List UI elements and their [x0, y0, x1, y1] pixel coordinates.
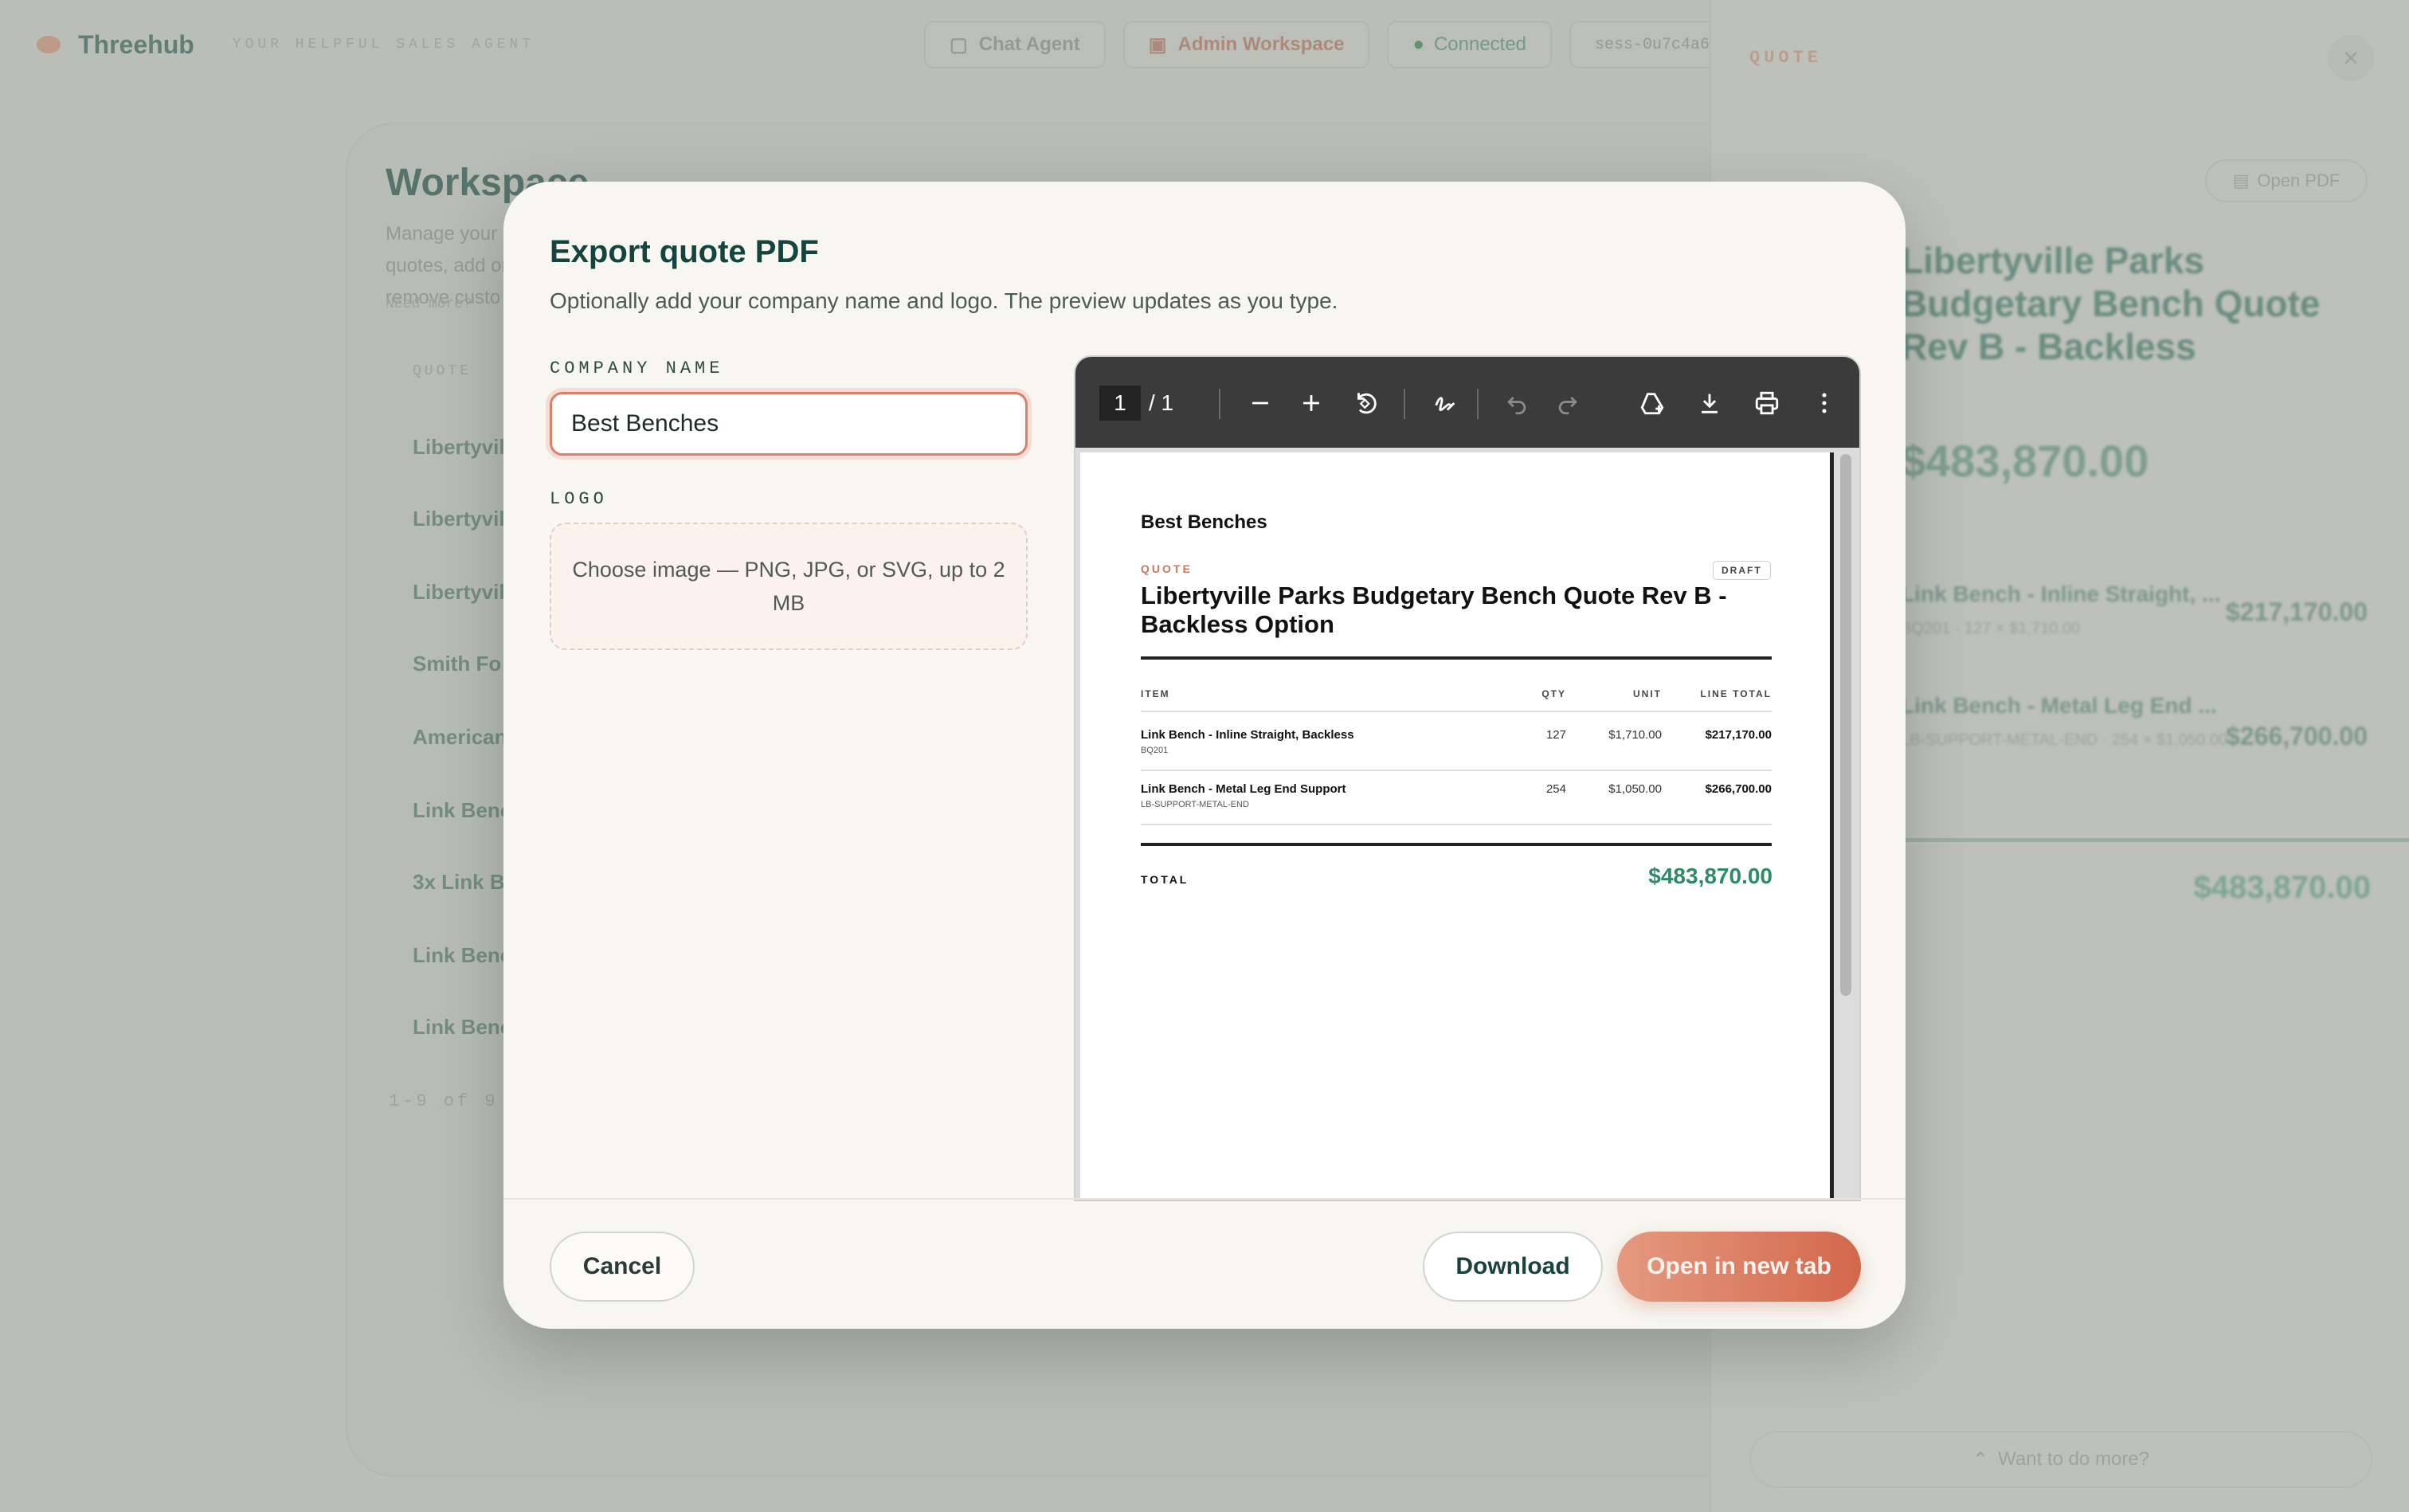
- scrollbar[interactable]: [1840, 454, 1851, 996]
- cancel-button[interactable]: Cancel: [550, 1232, 695, 1302]
- dialog-description: Optionally add your company name and log…: [550, 288, 1338, 313]
- pdf-item-qty: 127: [1545, 728, 1566, 742]
- pdf-item-total: $266,700.00: [1705, 782, 1772, 796]
- undo-icon[interactable]: [1494, 381, 1539, 425]
- pdf-title: Libertyville Parks Budgetary Bench Quote…: [1141, 582, 1727, 638]
- toolbar-divider: [1219, 389, 1220, 419]
- open-in-new-tab-button[interactable]: Open in new tab: [1617, 1232, 1861, 1302]
- pdf-preview: 1 / 1 Best Benches QUOTE DRAFT Libertyvi…: [1074, 355, 1861, 1201]
- toolbar-divider: [1404, 389, 1405, 419]
- toolbar-divider: [1477, 389, 1479, 419]
- download-button[interactable]: Download: [1423, 1232, 1603, 1302]
- draw-icon[interactable]: [1423, 381, 1467, 425]
- zoom-out-icon[interactable]: [1238, 381, 1283, 425]
- divider: [1141, 711, 1772, 712]
- pdf-toolbar: 1 / 1: [1075, 357, 1859, 448]
- redo-icon[interactable]: [1545, 381, 1590, 425]
- column-header-line-total: LINE TOTAL: [1700, 688, 1772, 699]
- zoom-in-icon[interactable]: [1289, 381, 1334, 425]
- pdf-item-name: Link Bench - Inline Straight, Backless: [1141, 728, 1354, 742]
- column-header-qty: QTY: [1541, 688, 1566, 699]
- pdf-total-label: TOTAL: [1141, 873, 1189, 886]
- column-header-item: ITEM: [1141, 688, 1170, 699]
- column-header-unit: UNIT: [1633, 688, 1662, 699]
- add-to-drive-icon[interactable]: [1630, 381, 1675, 425]
- dialog-title: Export quote PDF: [550, 234, 819, 269]
- status-badge: DRAFT: [1713, 561, 1771, 580]
- logo-upload-dropzone[interactable]: Choose image — PNG, JPG, or SVG, up to 2…: [550, 523, 1028, 650]
- pdf-item-unit: $1,710.00: [1608, 728, 1662, 742]
- pdf-item-sku: BQ201: [1141, 746, 1169, 755]
- more-icon[interactable]: [1802, 381, 1847, 425]
- divider: [1141, 656, 1772, 660]
- dialog-footer: Cancel Download Open in new tab: [503, 1198, 1906, 1329]
- pdf-item-qty: 254: [1545, 782, 1566, 796]
- divider: [1141, 770, 1772, 771]
- pdf-company-name: Best Benches: [1141, 511, 1267, 533]
- pdf-total-amount: $483,870.00: [1648, 864, 1772, 888]
- logo-label: LOGO: [550, 489, 608, 509]
- print-icon[interactable]: [1745, 381, 1789, 425]
- divider: [1141, 843, 1772, 846]
- export-pdf-dialog: Export quote PDF Optionally add your com…: [503, 182, 1906, 1329]
- rotate-icon[interactable]: [1343, 381, 1388, 425]
- page-number-input[interactable]: 1: [1099, 386, 1141, 421]
- pdf-item-total: $217,170.00: [1705, 728, 1772, 742]
- pdf-quote-label: QUOTE: [1141, 562, 1193, 575]
- download-icon[interactable]: [1687, 381, 1732, 425]
- pdf-item-sku: LB-SUPPORT-METAL-END: [1141, 800, 1249, 809]
- pdf-page: Best Benches QUOTE DRAFT Libertyville Pa…: [1080, 452, 1834, 1200]
- company-name-input[interactable]: [550, 392, 1028, 456]
- pdf-item-unit: $1,050.00: [1608, 782, 1662, 796]
- company-name-label: COMPANY NAME: [550, 358, 724, 378]
- divider: [1141, 824, 1772, 825]
- page-total: / 1: [1149, 390, 1174, 415]
- pdf-item-name: Link Bench - Metal Leg End Support: [1141, 782, 1346, 796]
